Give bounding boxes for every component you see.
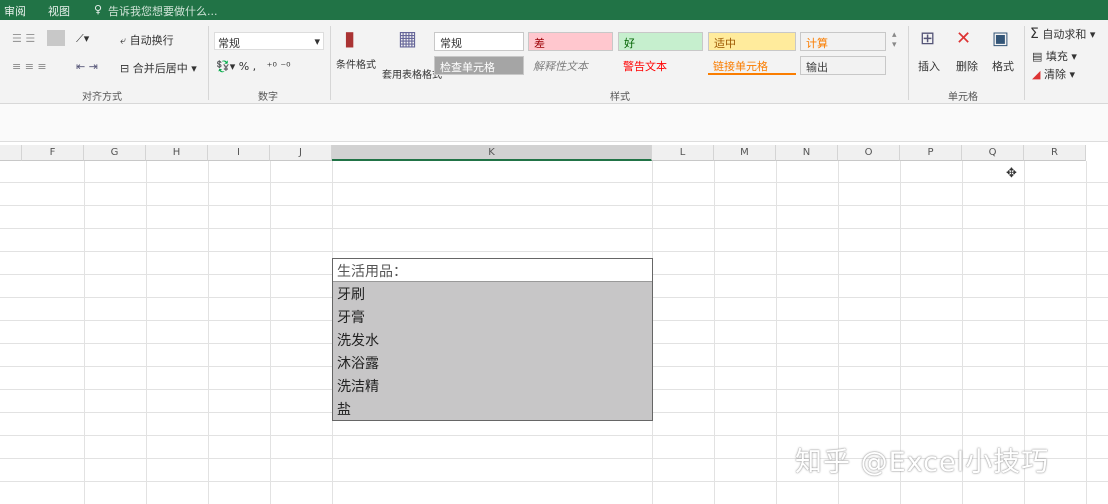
cell-style-item[interactable]: 差 (528, 32, 613, 51)
selected-range[interactable]: 生活用品： 牙刷 牙膏 洗发水 沐浴露 洗洁精盐 (332, 258, 653, 421)
column-header[interactable]: P (900, 145, 962, 161)
sigma-icon: Σ (1030, 26, 1039, 42)
title-bar: 审阅 视图 ♀ 告诉我您想要做什么... (0, 0, 1108, 20)
styles-group-label: 样式 (610, 92, 630, 103)
conditional-format-icon: ▮ (344, 26, 356, 50)
column-header[interactable]: H (146, 145, 208, 161)
column-header[interactable]: N (776, 145, 838, 161)
cell-item[interactable]: 牙刷 (333, 282, 652, 305)
column-header[interactable]: Q (962, 145, 1024, 161)
autosum-button[interactable]: Σ 自动求和 ▾ (1030, 26, 1095, 42)
watermark: 知乎 @Excel小技巧 (795, 447, 1050, 478)
cell-item[interactable]: 盐 (333, 397, 652, 420)
tell-me-search[interactable]: 告诉我您想要做什么... (108, 3, 218, 19)
insert-icon: ⊞ (920, 28, 936, 49)
align-top-icon[interactable]: ☰ ☰ (12, 32, 35, 45)
cell-style-item[interactable]: 警告文本 (618, 56, 703, 75)
cell-style-item[interactable]: 输出 (800, 56, 886, 75)
cells-group-label: 单元格 (948, 92, 978, 103)
cell-item[interactable]: 沐浴露 (333, 351, 652, 374)
column-header[interactable]: O (838, 145, 900, 161)
column-header[interactable]: I (208, 145, 270, 161)
clear-label: 清除 (1043, 68, 1066, 81)
number-format-value: 常规 (218, 37, 240, 50)
select-all-corner[interactable] (0, 145, 22, 161)
cell-style-item[interactable]: 计算 (800, 32, 886, 51)
column-header[interactable]: R (1024, 145, 1086, 161)
gridline (208, 161, 209, 504)
cursor-icon: ✥ (1006, 166, 1017, 181)
indent-icons[interactable]: ⇤ ⇥ (76, 60, 98, 73)
gridline (1086, 161, 1087, 504)
orientation-icon[interactable]: ⟋▾ (76, 32, 89, 46)
column-header[interactable]: J (270, 145, 332, 161)
gridline (84, 161, 85, 504)
align-bottom-icon[interactable] (47, 30, 65, 46)
column-header[interactable]: F (22, 145, 84, 161)
lightbulb-icon: ♀ (94, 3, 103, 16)
cell-item[interactable]: 洗发水 (333, 328, 652, 351)
styles-scroll[interactable]: ▴ ▾ (892, 30, 897, 50)
cell-style-item[interactable]: 好 (618, 32, 703, 51)
insert-button[interactable]: 插入 (918, 58, 940, 74)
wrap-text-button[interactable]: ⤶ 自动换行 (120, 32, 174, 48)
alignment-group-label: 对齐方式 (82, 92, 122, 103)
cell-style-item[interactable]: 适中 (708, 32, 796, 51)
currency-percent-icons[interactable]: 💱▾ % , ⁺⁰ ⁻⁰ (216, 60, 291, 73)
number-group-label: 数字 (258, 92, 278, 103)
table-format-icon: ▦ (398, 26, 417, 50)
conditional-format-button[interactable]: 条件格式 (336, 56, 376, 71)
cell-style-item[interactable]: 链接单元格 (708, 56, 796, 75)
tab-view[interactable]: 视图 (48, 3, 70, 19)
column-header[interactable]: G (84, 145, 146, 161)
number-format-dropdown[interactable]: 常规 ▾ (214, 32, 324, 50)
merge-center-label: 合并后居中 (132, 62, 188, 75)
gridline (270, 161, 271, 504)
cell-header[interactable]: 生活用品： (333, 259, 652, 282)
fill-label: 填充 (1045, 50, 1068, 63)
gridline (146, 161, 147, 504)
align-horizontal-icons[interactable]: ≡ ≡ ≡ (12, 60, 47, 73)
cell-item[interactable]: 洗洁精 (333, 374, 652, 397)
format-icon: ▣ (992, 28, 1010, 49)
cell-style-item[interactable]: 解释性文本 (528, 56, 613, 75)
gridline (776, 161, 777, 504)
table-format-button[interactable]: 套用表格格式 (382, 66, 442, 81)
column-header[interactable]: L (652, 145, 714, 161)
gridline (714, 161, 715, 504)
delete-button[interactable]: 删除 (956, 58, 978, 74)
format-button[interactable]: 格式 (992, 58, 1014, 74)
ribbon: ☰ ☰ ⟋▾ ⤶ 自动换行 ≡ ≡ ≡ ⇤ ⇥ ⊟ 合并后居中 ▾ 对齐方式 常… (0, 20, 1108, 104)
cell-style-item[interactable]: 检查单元格 (434, 56, 524, 75)
clear-button[interactable]: ◢ 清除 ▾ (1032, 66, 1075, 82)
tab-review[interactable]: 审阅 (4, 3, 26, 19)
delete-icon: ✕ (956, 28, 972, 49)
fill-button[interactable]: ▤ 填充 ▾ (1032, 48, 1077, 64)
autosum-label: 自动求和 (1042, 28, 1087, 41)
eraser-icon: ◢ (1032, 68, 1041, 81)
cell-item[interactable]: 牙膏 (333, 305, 652, 328)
merge-center-button[interactable]: ⊟ 合并后居中 ▾ (120, 60, 197, 76)
column-header[interactable]: K (332, 145, 652, 161)
wrap-text-label: 自动换行 (129, 34, 174, 47)
column-header[interactable]: M (714, 145, 776, 161)
fill-icon: ▤ (1032, 50, 1043, 63)
cell-style-item[interactable]: 常规 (434, 32, 524, 51)
formula-bar-area (0, 104, 1108, 142)
